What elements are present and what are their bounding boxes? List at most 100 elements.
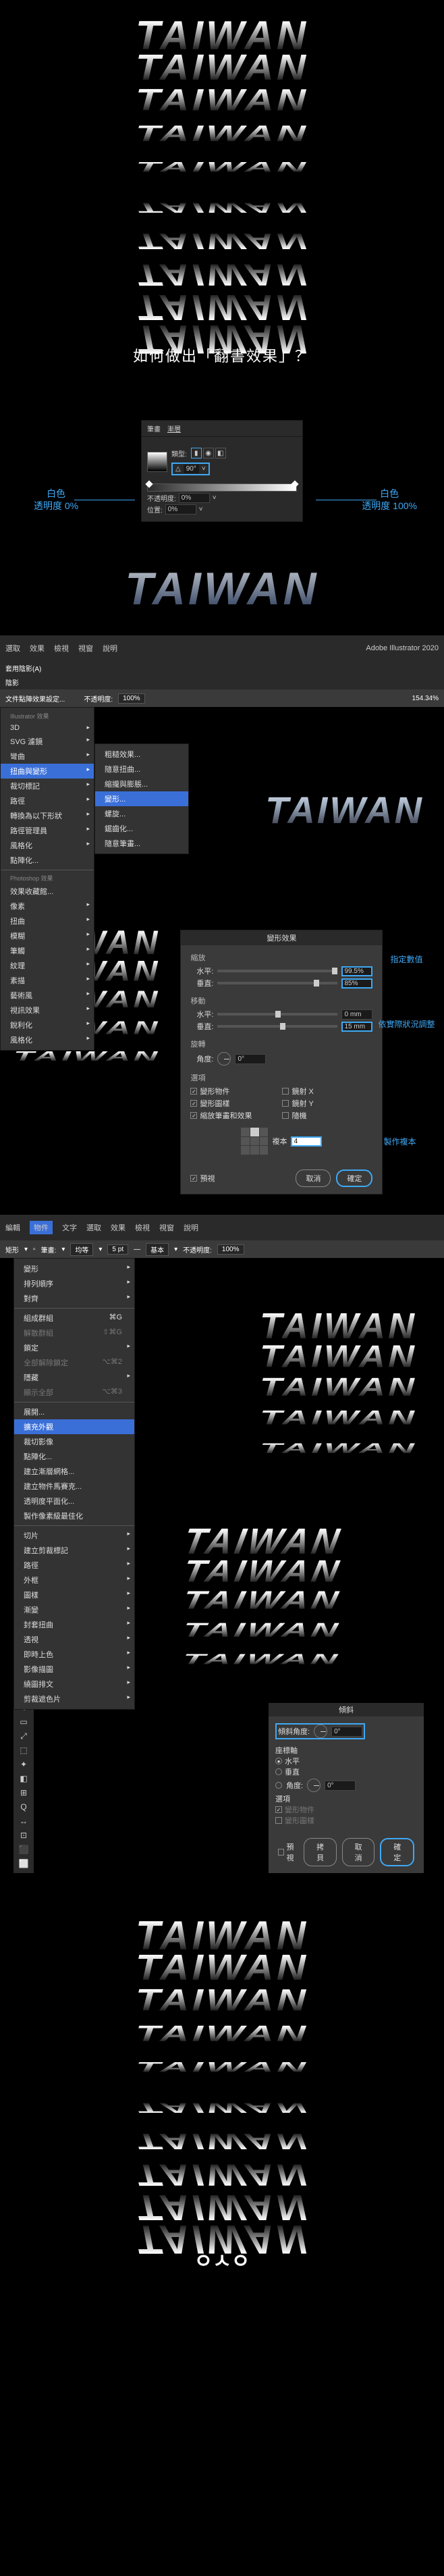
shear-angle-dial[interactable] (314, 1725, 327, 1738)
object-menu[interactable]: 變形排列順序對齊組成群組⌘G解散群組⇧⌘G鎖定全部解除鎖定⌥⌘2隱藏顯示全部⌥⌘… (13, 1258, 135, 1710)
menu-item[interactable]: 風格化 (1, 1032, 94, 1047)
tool-17[interactable]: ◧ (16, 1772, 32, 1785)
opt-random[interactable]: 隨機 (282, 1110, 372, 1121)
obj-lock[interactable]: 鎖定 (14, 1340, 134, 1355)
menu-item[interactable]: 扭曲 (1, 914, 94, 928)
menu-item[interactable]: 視訊效果 (1, 1003, 94, 1018)
obj-hide[interactable]: 隱藏 (14, 1370, 134, 1385)
obj-menu-item[interactable]: 切片 (14, 1528, 134, 1543)
obj-menu-item[interactable]: 建立物件馬賽克... (14, 1479, 134, 1494)
opt-reflect-x[interactable]: 鏡射 X (282, 1086, 372, 1097)
obj-menu-item[interactable]: 建立漸層網格... (14, 1464, 134, 1479)
menu-item[interactable]: 路徑管理員 (1, 823, 94, 838)
tab-gradient[interactable]: 漸層 (167, 423, 181, 433)
obj-menu-item[interactable]: 繞圖排文 (14, 1677, 134, 1691)
radial-gradient-icon[interactable]: ◉ (203, 448, 214, 458)
scale-v-input[interactable]: 85% (341, 978, 372, 989)
tool-13[interactable]: ▭ (16, 1715, 32, 1729)
tool-14[interactable]: ⤢ (16, 1729, 32, 1743)
menu-help[interactable]: 說明 (184, 1222, 198, 1233)
preview-checkbox[interactable]: ✓預視 (190, 1169, 215, 1187)
menu-select[interactable]: 選取 (5, 643, 20, 654)
cancel-button[interactable]: 取消 (342, 1838, 375, 1866)
opt-transform-pattern[interactable]: ✓變形圖樣 (190, 1098, 281, 1109)
ok-button[interactable]: 確定 (336, 1169, 372, 1187)
shear-preview[interactable]: 預視 (278, 1838, 298, 1866)
tool-15[interactable]: ⬚ (16, 1743, 32, 1757)
menu-help[interactable]: 說明 (103, 643, 117, 654)
menu-item[interactable]: SVG 濾鏡 (1, 734, 94, 749)
move-v-input[interactable]: 15 mm (341, 1022, 372, 1032)
axis-h[interactable]: ●水平 (275, 1756, 417, 1766)
angle-input[interactable]: 0° (235, 1054, 266, 1064)
obj-menu-item[interactable]: 圖樣 (14, 1587, 134, 1602)
menu-item[interactable]: 效果收藏館... (1, 884, 94, 899)
obj-menu-item[interactable]: 封套扭曲 (14, 1617, 134, 1632)
menu-item[interactable]: 路徑 (1, 793, 94, 808)
obj-menu-item[interactable]: 對齊 (14, 1291, 134, 1306)
obj-menu-item[interactable]: 透明度平面化... (14, 1494, 134, 1508)
opacity-input[interactable]: 0% (179, 493, 210, 503)
submenu-item[interactable]: 粗糙效果... (95, 747, 188, 762)
obj-menu-item[interactable]: 路徑 (14, 1558, 134, 1573)
obj-menu-item[interactable]: 點陣化... (14, 1449, 134, 1464)
opt-scale-strokes[interactable]: ✓縮放筆畫和效果 (190, 1110, 281, 1121)
tool-19[interactable]: Q (16, 1800, 32, 1814)
tool-16[interactable]: ✦ (16, 1758, 32, 1771)
menu-item[interactable]: 紋理 (1, 958, 94, 973)
obj-group[interactable]: 組成群組⌘G (14, 1311, 134, 1325)
obj-menu-item[interactable]: 透視 (14, 1632, 134, 1647)
shear-angle-input[interactable]: 0° (331, 1727, 362, 1737)
move-h-input[interactable]: 0 mm (341, 1009, 372, 1020)
obj-expand-appearance[interactable]: 擴充外觀 (14, 1419, 134, 1434)
gradient-panel[interactable]: 筆畫 漸層 類型: ▮ ◉ ◧ △ (141, 420, 303, 522)
submenu-item[interactable]: 鋸齒化... (95, 821, 188, 836)
last-effect[interactable]: 陰影 (5, 677, 19, 687)
tool-21[interactable]: ⊡ (16, 1829, 32, 1842)
obj-expand[interactable]: 展開... (14, 1404, 134, 1419)
menu-type[interactable]: 文字 (62, 1222, 77, 1233)
menu-item[interactable]: 點陣化... (1, 853, 94, 868)
cancel-button[interactable]: 取消 (296, 1169, 331, 1187)
copy-button[interactable]: 拷貝 (304, 1838, 337, 1866)
shear-dialog[interactable]: 傾斜 傾斜角度: 0° 座標軸 ●水平 垂直 角度:0° 選項 ✓變形物件 變形… (269, 1703, 424, 1873)
menu-effect[interactable]: 效果 (111, 1222, 126, 1233)
menu-item[interactable]: 裁切標記 (1, 779, 94, 793)
submenu-item[interactable]: 隨意扭曲... (95, 762, 188, 777)
scale-h-input[interactable]: 99.5% (341, 966, 372, 976)
menu-edit[interactable]: 編輯 (5, 1222, 20, 1233)
menu-item[interactable]: 轉換為以下形狀 (1, 808, 94, 823)
menu-item[interactable]: 筆觸 (1, 943, 94, 958)
angle-field-highlight[interactable]: △ 90° ˅ (171, 463, 210, 475)
control-bar[interactable]: 文件點陣效果設定... 不透明度: 100% 154.34% (0, 689, 444, 707)
apply-last-effect[interactable]: 套用陰影(A) (5, 663, 41, 673)
obj-menu-item[interactable]: 剪裁遮色片 (14, 1691, 134, 1706)
editing-text[interactable]: TAIWAN (0, 542, 444, 635)
gradient-swatch[interactable] (147, 452, 167, 472)
zoom-value[interactable]: 154.34% (412, 695, 439, 702)
obj-menu-item[interactable]: 漸變 (14, 1602, 134, 1617)
tool-22[interactable]: ⬛ (16, 1843, 32, 1856)
menu-effect[interactable]: 效果 (30, 643, 45, 654)
linear-gradient-icon[interactable]: ▮ (191, 448, 202, 458)
submenu-item[interactable]: 隨意筆畫... (95, 836, 188, 851)
menu-object[interactable]: 物件 (30, 1221, 53, 1234)
obj-menu-item[interactable]: 變形 (14, 1261, 134, 1276)
axis-v[interactable]: 垂直 (275, 1766, 417, 1777)
menu-item[interactable]: 彎曲 (1, 749, 94, 764)
menu-item[interactable]: 風格化 (1, 838, 94, 853)
position-input[interactable]: 0% (165, 504, 196, 515)
menu-item[interactable]: 素描 (1, 973, 94, 988)
opt-transform-object[interactable]: ✓變形物件 (190, 1086, 281, 1097)
submenu-transform[interactable]: 變形... (95, 791, 188, 806)
menu-item[interactable]: 3D (1, 722, 94, 734)
transform-dialog[interactable]: 變形效果 縮放 水平:99.5% 垂直:85% 指定數值 移動 水平:0 mm … (180, 930, 383, 1194)
obj-menu-item[interactable]: 影像描圖 (14, 1662, 134, 1677)
tool-23[interactable]: ⬜ (16, 1857, 32, 1870)
opt-reflect-y[interactable]: 鏡射 Y (282, 1098, 372, 1109)
tab-stroke[interactable]: 筆畫 (147, 423, 161, 433)
obj-menu-item[interactable]: 外框 (14, 1573, 134, 1587)
menu-distort[interactable]: 扭曲與變形 (1, 764, 94, 779)
menu-item[interactable]: 藝術風 (1, 988, 94, 1003)
submenu-item[interactable]: 縮攏與膨脹... (95, 777, 188, 791)
